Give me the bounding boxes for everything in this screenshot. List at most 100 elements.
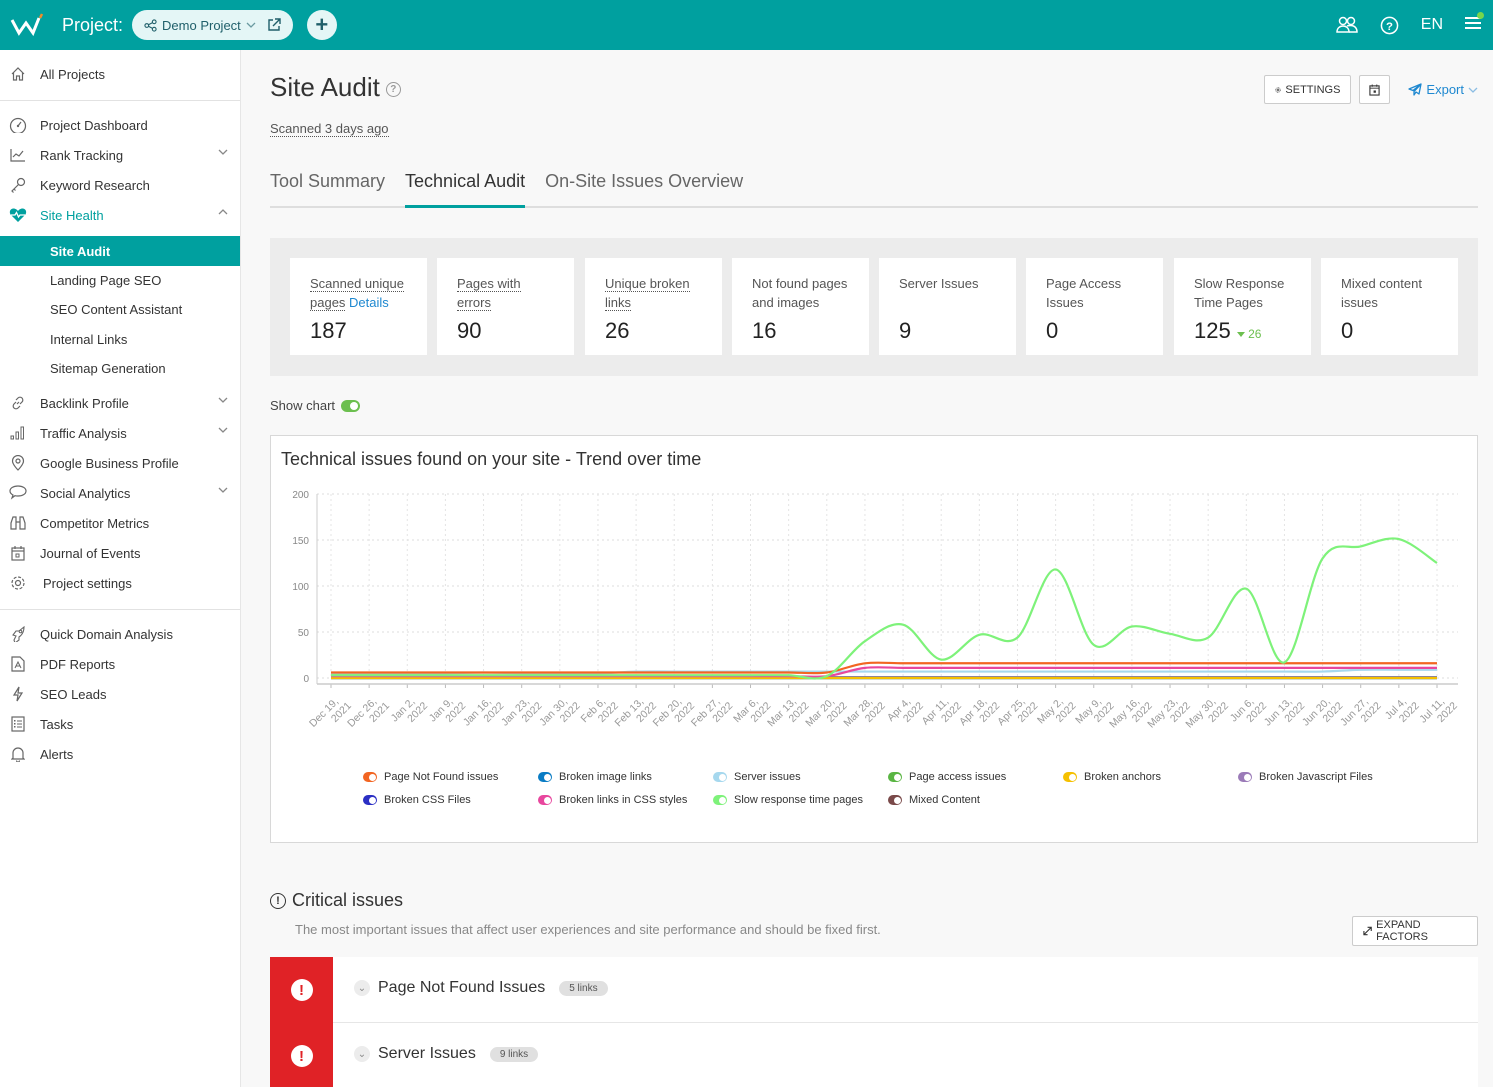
help-icon[interactable]: ? [1380, 16, 1399, 35]
scanned-timestamp[interactable]: Scanned 3 days ago [270, 121, 389, 137]
triangle-down-icon [1236, 332, 1245, 337]
legend-item[interactable]: Broken anchors [1063, 771, 1161, 783]
sidebar-item-seo-leads[interactable]: SEO Leads [0, 679, 240, 709]
chevron-down-icon[interactable]: ⌄ [354, 1046, 370, 1062]
sidebar-item-keyword-research[interactable]: Keyword Research [0, 170, 240, 200]
legend-item[interactable]: Broken CSS Files [363, 794, 471, 806]
legend-item[interactable]: Broken image links [538, 771, 652, 783]
stat-label[interactable]: Unique broken [605, 276, 690, 292]
x-tick-label: Feb 13,2022 [613, 691, 660, 738]
add-project-button[interactable]: + [306, 10, 337, 40]
stat-value: 125 [1194, 318, 1231, 343]
schedule-button[interactable] [1359, 75, 1391, 104]
sidebar-subitem-internal-links[interactable]: Internal Links [0, 324, 240, 354]
show-chart-toggle[interactable] [341, 399, 361, 412]
stat-label: Not found pages [752, 276, 848, 291]
legend-label: Broken Javascript Files [1259, 771, 1373, 783]
legend-item[interactable]: Page access issues [888, 771, 1006, 783]
bars-icon [9, 424, 27, 442]
x-tick-label: Jan 16,2022 [461, 691, 507, 737]
sidebar-item-competitor-metrics[interactable]: Competitor Metrics [0, 508, 240, 538]
sidebar-item-project-settings[interactable]: Project settings [0, 568, 240, 598]
sidebar-item-quick-domain-analysis[interactable]: Quick Domain Analysis [0, 619, 240, 649]
stat-card-pages-with-errors: Pages with errors 90 [437, 258, 574, 355]
x-tick-label: Jun 13,2022 [1262, 691, 1308, 737]
expand-factors-label: EXPAND FACTORS [1376, 919, 1428, 943]
svg-text:?: ? [1386, 20, 1393, 32]
sidebar-item-pdf-reports[interactable]: PDF Reports [0, 649, 240, 679]
export-button[interactable]: Export [1408, 82, 1478, 97]
x-tick-label: Mar 6,2022 [731, 691, 773, 733]
trend-chart: Technical issues found on your site - Tr… [270, 435, 1478, 843]
sidebar-subitem-sitemap-generation[interactable]: Sitemap Generation [0, 353, 240, 383]
stat-value: 0 [1046, 318, 1059, 343]
sidebar-item-rank-tracking[interactable]: Rank Tracking [0, 140, 240, 170]
sidebar-item-alerts[interactable]: Alerts [0, 739, 240, 769]
legend-toggle-icon [363, 772, 377, 782]
logo-icon [10, 13, 44, 37]
sidebar-item-all-projects[interactable]: All Projects [0, 59, 240, 89]
tab-technical-audit[interactable]: Technical Audit [405, 165, 526, 208]
language-selector[interactable]: EN [1421, 16, 1443, 34]
legend-item[interactable]: Broken links in CSS styles [538, 794, 687, 806]
sidebar-item-project-dashboard[interactable]: Project Dashboard [0, 110, 240, 140]
legend-item[interactable]: Server issues [713, 771, 801, 783]
sidebar-subitem-landing-page-seo[interactable]: Landing Page SEO [0, 265, 240, 295]
tab-tool-summary[interactable]: Tool Summary [270, 165, 385, 208]
sidebar-item-label: Quick Domain Analysis [40, 626, 173, 642]
chevron-down-icon[interactable]: ⌄ [354, 980, 370, 996]
settings-button[interactable]: SETTINGS [1264, 75, 1352, 104]
x-tick-label: May 30,2022 [1183, 691, 1231, 739]
chevron-down-icon[interactable] [218, 148, 228, 156]
link-icon [9, 394, 27, 412]
y-tick-label: 0 [303, 674, 309, 685]
issue-row[interactable]: ! ⌄ Server Issues 9 links [270, 1023, 1478, 1087]
sidebar-item-journal-of-events[interactable]: Journal of Events [0, 538, 240, 568]
sidebar-subitem-site-audit[interactable]: Site Audit [0, 236, 240, 266]
show-chart-control: Show chart [270, 398, 361, 413]
project-selector[interactable]: Demo Project [132, 10, 293, 40]
issue-row[interactable]: ! ⌄ Page Not Found Issues 5 links [270, 957, 1478, 1023]
menu-button[interactable] [1465, 11, 1484, 35]
logo[interactable] [2, 0, 52, 50]
stat-label[interactable]: links [605, 295, 632, 311]
stat-label[interactable]: pages [310, 295, 346, 311]
legend-item[interactable]: Broken Javascript Files [1238, 771, 1373, 783]
expand-factors-button[interactable]: EXPAND FACTORS [1352, 916, 1478, 946]
x-tick-label: Jun 27,2022 [1338, 691, 1384, 737]
paper-plane-icon [1408, 83, 1423, 96]
stat-label[interactable]: errors [457, 295, 491, 311]
sidebar-item-google-business-profile[interactable]: Google Business Profile [0, 448, 240, 478]
sidebar-item-tasks[interactable]: Tasks [0, 709, 240, 739]
details-link[interactable]: Details [349, 295, 389, 310]
x-tick-label: Feb 20,2022 [651, 691, 698, 738]
chevron-down-icon[interactable] [218, 486, 228, 494]
legend-item[interactable]: Slow response time pages [713, 794, 863, 806]
x-tick-label: Jan 30,2022 [537, 691, 583, 737]
x-tick-label: Jan 23,2022 [499, 691, 545, 737]
users-icon[interactable] [1336, 16, 1358, 34]
chevron-down-icon[interactable] [218, 426, 228, 434]
divider [0, 100, 240, 101]
stat-label[interactable]: Scanned unique [310, 276, 404, 292]
sidebar-item-backlink-profile[interactable]: Backlink Profile [0, 388, 240, 418]
sidebar-item-site-health[interactable]: Site Health [0, 200, 240, 230]
top-bar: Project: Demo Project + ? EN [0, 0, 1493, 50]
x-tick-label: Jun 6,2022 [1228, 691, 1270, 733]
sidebar-item-social-analytics[interactable]: Social Analytics [0, 478, 240, 508]
chart-title: Technical issues found on your site - Tr… [281, 449, 702, 469]
chevron-down-icon[interactable] [218, 396, 228, 404]
external-link-icon[interactable] [267, 18, 281, 32]
legend-item[interactable]: Mixed Content [888, 794, 980, 806]
legend-toggle-icon [1238, 772, 1252, 782]
help-icon[interactable]: ? [385, 81, 401, 97]
sidebar-item-traffic-analysis[interactable]: Traffic Analysis [0, 418, 240, 448]
tab-on-site-issues-overview[interactable]: On-Site Issues Overview [545, 165, 743, 208]
sidebar-subitem-seo-content-assistant[interactable]: SEO Content Assistant [0, 294, 240, 324]
chevron-up-icon[interactable] [218, 208, 228, 216]
x-tick-label: Feb 6,2022 [579, 691, 621, 733]
stat-label: Mixed content [1341, 276, 1422, 291]
legend-item[interactable]: Page Not Found issues [363, 771, 498, 783]
legend-toggle-icon [888, 795, 902, 805]
stat-label[interactable]: Pages with [457, 276, 521, 292]
